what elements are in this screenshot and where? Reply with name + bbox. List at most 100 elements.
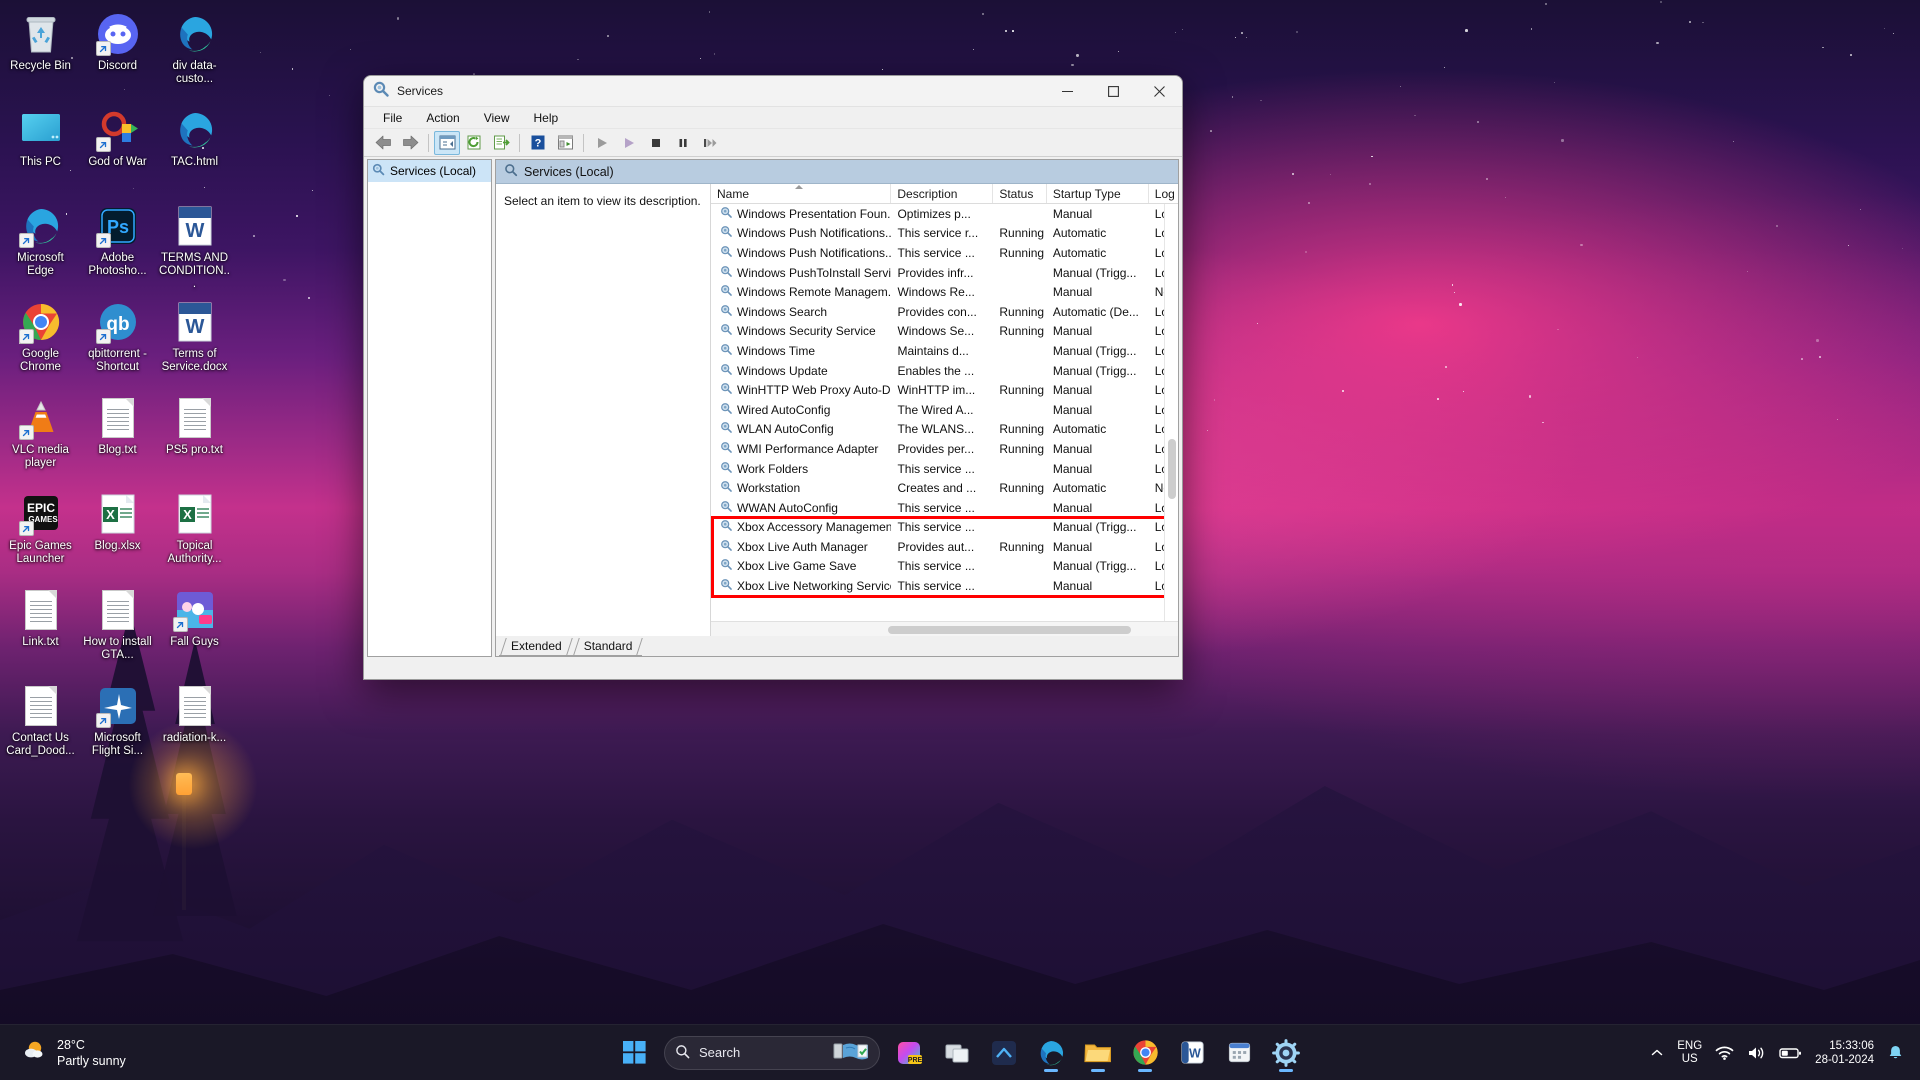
column-header-description[interactable]: Description [891, 184, 994, 203]
refresh-button[interactable] [461, 131, 487, 155]
console-tree-pane[interactable]: Services (Local) [367, 159, 492, 657]
back-button[interactable] [370, 131, 396, 155]
table-row[interactable]: Windows Search Provides con... Running Auto… [711, 302, 1178, 322]
resume-service-button[interactable] [616, 131, 642, 155]
desktop-icon[interactable]: Blog.txt [79, 390, 156, 486]
table-row[interactable]: Wired AutoConfigThe Wired A...ManualLoc [711, 400, 1178, 420]
tab-extended[interactable]: Extended [499, 638, 572, 656]
stop-service-button[interactable] [643, 131, 669, 155]
menu-help[interactable]: Help [523, 108, 570, 128]
wifi-icon[interactable] [1715, 1045, 1734, 1061]
forward-button[interactable] [397, 131, 423, 155]
desktop-icon[interactable]: Link.txt [2, 582, 79, 678]
minimize-button[interactable] [1044, 76, 1090, 107]
vertical-scrollbar-thumb[interactable] [1168, 439, 1176, 499]
start-service-button[interactable] [589, 131, 615, 155]
window-titlebar[interactable]: Services [364, 76, 1182, 107]
table-row[interactable]: Windows Presentation Foun... Optimizes p.… [711, 204, 1178, 224]
table-row[interactable]: Windows Update Enables the ... Manual (Tri… [711, 361, 1178, 381]
table-row[interactable]: Windows Security Service Windows Se... Run… [711, 322, 1178, 342]
restart-service-button[interactable] [697, 131, 723, 155]
horizontal-scrollbar[interactable] [711, 621, 1178, 636]
desktop-icon[interactable]: How to install GTA... [79, 582, 156, 678]
table-row[interactable]: Windows PushToInstall Servi... Provides i… [711, 263, 1178, 283]
desktop-icon[interactable]: TAC.html [156, 102, 233, 198]
desktop-icon[interactable]: Discord [79, 6, 156, 102]
table-row[interactable]: WLAN AutoConfig The WLANS... Running Automa… [711, 420, 1178, 440]
table-row[interactable]: WinHTTP Web Proxy Auto-D... WinHTTP im...… [711, 380, 1178, 400]
export-list-button[interactable] [488, 131, 514, 155]
desktop-icon[interactable]: This PC [2, 102, 79, 198]
desktop-icon[interactable]: radiation-k... [156, 678, 233, 774]
desktop-icon[interactable]: qb qbittorrent - Shortcut [79, 294, 156, 390]
table-row[interactable]: Work FoldersThis service ...ManualLoc [711, 459, 1178, 479]
horizontal-scrollbar-thumb[interactable] [888, 626, 1132, 634]
services-window[interactable]: Services File Action View Help ? Service… [363, 75, 1183, 680]
vertical-scrollbar[interactable] [1164, 204, 1178, 636]
table-row[interactable]: Xbox Live Auth Manager Provides aut... Run… [711, 537, 1178, 557]
column-header-status[interactable]: Status [993, 184, 1047, 203]
battery-icon[interactable] [1779, 1046, 1802, 1060]
language-indicator[interactable]: ENG US [1677, 1040, 1702, 1066]
settings-button[interactable] [1265, 1032, 1307, 1074]
desktop-icon[interactable]: div data-custo... [156, 6, 233, 102]
menu-file[interactable]: File [372, 108, 413, 128]
close-button[interactable] [1136, 76, 1182, 107]
clock[interactable]: 15:33:06 28-01-2024 [1815, 1039, 1874, 1067]
table-row[interactable]: Workstation Creates and ... Running Automat… [711, 478, 1178, 498]
desktop-icon[interactable]: W TERMS AND CONDITION... [156, 198, 233, 294]
task-view-button[interactable] [936, 1032, 978, 1074]
desktop-icon[interactable]: Microsoft Flight Si... [79, 678, 156, 774]
table-row[interactable]: WMI Performance Adapter Provides per... Ru… [711, 439, 1178, 459]
help-button[interactable]: ? [525, 131, 551, 155]
file-explorer-button[interactable] [1077, 1032, 1119, 1074]
tree-node-services-local[interactable]: Services (Local) [368, 160, 491, 182]
menu-action[interactable]: Action [415, 108, 470, 128]
table-row[interactable]: Windows Remote Managem... Windows Re... Ma… [711, 282, 1178, 302]
desktop-icon[interactable]: Microsoft Edge [2, 198, 79, 294]
show-hide-console-tree-button[interactable] [434, 130, 460, 155]
copilot-button[interactable]: PRE [889, 1032, 931, 1074]
menu-view[interactable]: View [473, 108, 521, 128]
service-icon [720, 363, 733, 379]
volume-icon[interactable] [1747, 1045, 1766, 1061]
table-row[interactable]: Windows Push Notifications... This servic… [711, 224, 1178, 244]
notifications-bell-icon[interactable] [1887, 1044, 1904, 1061]
table-row[interactable]: Windows Push Notifications... This servic… [711, 243, 1178, 263]
services-rows[interactable]: Windows Presentation Foun... Optimizes p.… [711, 204, 1178, 621]
show-hidden-icons-button[interactable] [1650, 1046, 1664, 1060]
desktop-icon[interactable]: X Topical Authority... [156, 486, 233, 582]
properties-button[interactable] [552, 131, 578, 155]
desktop-icon[interactable]: X Blog.xlsx [79, 486, 156, 582]
table-row[interactable]: Xbox Live Game Save This service ... Manua… [711, 557, 1178, 577]
weather-widget[interactable]: 28°C Partly sunny [0, 1037, 300, 1069]
edge-button[interactable] [1030, 1032, 1072, 1074]
table-row[interactable]: Xbox Accessory Managemen... This service … [711, 518, 1178, 538]
desktop-icon[interactable]: PS5 pro.txt [156, 390, 233, 486]
desktop-icon[interactable]: Contact Us Card_Dood... [2, 678, 79, 774]
service-status-cell: Running [999, 324, 1045, 339]
desktop-icon[interactable]: Recycle Bin [2, 6, 79, 102]
chrome-button[interactable] [1124, 1032, 1166, 1074]
word-button[interactable]: W [1171, 1032, 1213, 1074]
table-row[interactable]: Xbox Live Networking Service This service… [711, 576, 1178, 596]
table-row[interactable]: Windows Time Maintains d... Manual (Trigg.… [711, 341, 1178, 361]
desktop-icon[interactable]: God of War [79, 102, 156, 198]
desktop-icon[interactable]: Google Chrome [2, 294, 79, 390]
tab-standard[interactable]: Standard [571, 638, 643, 656]
search-box[interactable]: Search [664, 1035, 880, 1070]
start-button[interactable] [613, 1032, 655, 1074]
table-row[interactable]: WWAN AutoConfigThis service ...ManualLoc [711, 498, 1178, 518]
desktop-icon[interactable]: Ps Adobe Photosho... [79, 198, 156, 294]
desktop-icon[interactable]: EPIC GAMES Epic Games Launcher [2, 486, 79, 582]
pause-service-button[interactable] [670, 131, 696, 155]
column-header-startup-type[interactable]: Startup Type [1047, 184, 1149, 203]
column-header-log-on-as[interactable]: Log [1149, 184, 1178, 203]
desktop-icon[interactable]: W Terms of Service.docx [156, 294, 233, 390]
services-list[interactable]: Name Description Status Startup Type Log… [711, 184, 1178, 636]
vscode-button[interactable] [983, 1032, 1025, 1074]
desktop-icon[interactable]: VLC media player [2, 390, 79, 486]
calendar-button[interactable] [1218, 1032, 1260, 1074]
maximize-button[interactable] [1090, 76, 1136, 107]
desktop-icon[interactable]: Fall Guys [156, 582, 233, 678]
